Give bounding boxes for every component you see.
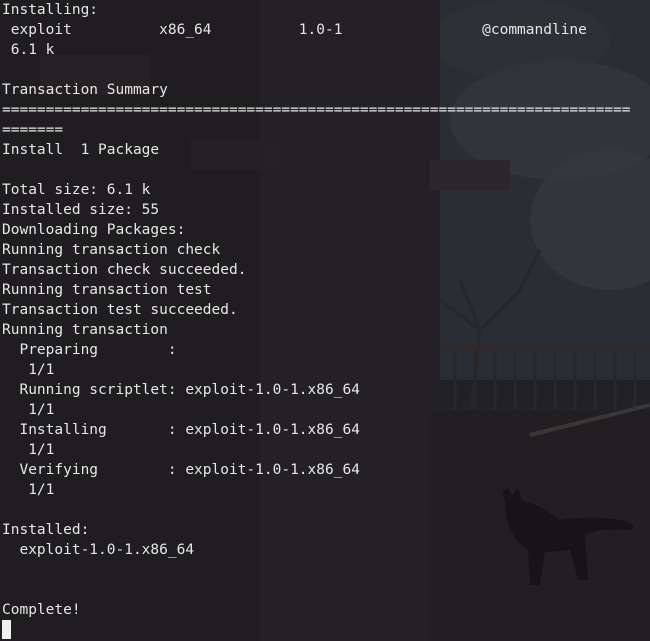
terminal-line: Running scriptlet: exploit-1.0-1.x86_64 — [2, 382, 360, 398]
terminal-window[interactable]: Installing: exploit x86_64 1.0-1 @comman… — [0, 0, 650, 641]
terminal-line: ======= — [2, 122, 64, 138]
terminal-line: exploit-1.0-1.x86_64 — [2, 542, 195, 558]
terminal-line: exploit x86_64 1.0-1 @commandline — [2, 22, 587, 38]
terminal-line: 6.1 k — [2, 42, 55, 58]
terminal-line: Running transaction test — [2, 282, 212, 298]
terminal-line: Complete! — [2, 602, 81, 618]
terminal-line: Installing : exploit-1.0-1.x86_64 — [2, 422, 360, 438]
terminal-line: Running transaction check — [2, 242, 221, 258]
terminal-line: Install 1 Package — [2, 142, 160, 158]
terminal-line: Installed size: 55 — [2, 202, 160, 218]
block-cursor-icon — [2, 620, 11, 639]
terminal-line: Total size: 6.1 k — [2, 182, 151, 198]
terminal-line: Preparing : — [2, 342, 177, 358]
terminal-line: 1/1 — [2, 402, 55, 418]
terminal-line: Downloading Packages: — [2, 222, 186, 238]
terminal-output[interactable]: Installing: exploit x86_64 1.0-1 @comman… — [2, 0, 650, 620]
terminal-line: Transaction test succeeded. — [2, 302, 238, 318]
terminal-line: Verifying : exploit-1.0-1.x86_64 — [2, 462, 360, 478]
terminal-line: 1/1 — [2, 442, 55, 458]
terminal-line: Installed: — [2, 522, 90, 538]
terminal-line: Transaction check succeeded. — [2, 262, 247, 278]
terminal-line: Running transaction — [2, 322, 168, 338]
terminal-line: Installing: — [2, 2, 99, 18]
terminal-line: 1/1 — [2, 362, 55, 378]
terminal-line: Transaction Summary — [2, 82, 168, 98]
terminal-line: ========================================… — [2, 102, 631, 118]
terminal-line: 1/1 — [2, 482, 55, 498]
